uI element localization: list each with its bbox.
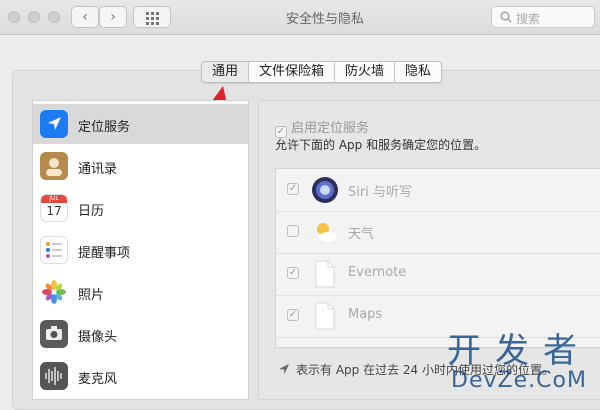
sidebar-item-label: 通讯录 bbox=[78, 162, 118, 177]
enable-location-checkbox[interactable]: ✓ 启用定位服务 bbox=[275, 117, 369, 138]
sidebar-item-microphone[interactable]: 麦克风 bbox=[33, 356, 248, 396]
calendar-icon: JUL 17 bbox=[40, 194, 68, 222]
search-field[interactable]: 搜索 bbox=[491, 6, 595, 28]
search-icon bbox=[500, 11, 512, 23]
tab-privacy[interactable]: 隐私 bbox=[394, 62, 441, 82]
list-item[interactable]: ✓ Evernote bbox=[276, 253, 600, 296]
sidebar-item-calendar[interactable]: JUL 17 日历 bbox=[33, 188, 248, 228]
sidebar-item-reminders[interactable]: 提醒事项 bbox=[33, 230, 248, 270]
enable-location-label: 启用定位服务 bbox=[291, 121, 370, 136]
tab-bar: 通用 文件保险箱 防火墙 隐私 bbox=[201, 61, 443, 83]
watermark-line2: DevZe.CoM bbox=[451, 368, 587, 393]
location-icon bbox=[40, 110, 68, 138]
app-checkbox[interactable] bbox=[287, 225, 299, 237]
list-item[interactable]: 天气 bbox=[276, 211, 600, 254]
privacy-sidebar: 定位服务 通讯录 JUL 17 日历 提醒事项 照片 摄像头 麦克风 bbox=[32, 100, 249, 400]
tab-general[interactable]: 通用 bbox=[202, 62, 249, 82]
tab-filevault[interactable]: 文件保险箱 bbox=[248, 62, 334, 82]
microphone-icon bbox=[40, 362, 68, 390]
sidebar-item-label: 照片 bbox=[78, 288, 105, 303]
app-checkbox[interactable]: ✓ bbox=[287, 183, 299, 195]
siri-icon bbox=[311, 175, 339, 205]
weather-icon bbox=[311, 217, 339, 247]
app-label: Evernote bbox=[348, 265, 407, 280]
calendar-day: 17 bbox=[46, 204, 62, 218]
document-icon bbox=[311, 259, 339, 289]
reminders-icon bbox=[40, 236, 68, 264]
tab-firewall[interactable]: 防火墙 bbox=[334, 62, 394, 82]
sidebar-item-label: 麦克风 bbox=[78, 372, 118, 387]
photos-icon bbox=[40, 278, 68, 306]
sidebar-item-camera[interactable]: 摄像头 bbox=[33, 314, 248, 354]
title-bar: ‹ › 安全性与隐私 搜索 bbox=[0, 0, 600, 35]
camera-icon bbox=[40, 320, 68, 348]
location-description: 允许下面的 App 和服务确定您的位置。 bbox=[275, 138, 487, 152]
app-label: Siri 与听写 bbox=[348, 185, 412, 200]
app-label: 天气 bbox=[348, 227, 375, 242]
location-app-list: ✓ Siri 与听写 天气 ✓ Evernote ✓ Maps bbox=[275, 168, 600, 348]
sidebar-item-contacts[interactable]: 通讯录 bbox=[33, 146, 248, 186]
location-arrow-icon bbox=[279, 364, 289, 374]
list-item[interactable]: ✓ Siri 与听写 bbox=[276, 169, 600, 212]
sidebar-item-label: 定位服务 bbox=[78, 120, 131, 135]
sidebar-item-label: 提醒事项 bbox=[78, 246, 131, 261]
search-placeholder: 搜索 bbox=[516, 12, 541, 26]
app-label: Maps bbox=[348, 307, 383, 322]
sidebar-item-photos[interactable]: 照片 bbox=[33, 272, 248, 312]
sidebar-item-location[interactable]: 定位服务 bbox=[33, 104, 248, 144]
watermark-line1: 开发者 bbox=[447, 331, 591, 371]
document-icon bbox=[311, 301, 339, 331]
app-checkbox[interactable]: ✓ bbox=[287, 309, 299, 321]
app-checkbox[interactable]: ✓ bbox=[287, 267, 299, 279]
watermark: 开发者 DevZe.CoM bbox=[438, 333, 600, 393]
sidebar-item-label: 摄像头 bbox=[78, 330, 118, 345]
sidebar-item-label: 日历 bbox=[78, 204, 105, 219]
calendar-month: JUL bbox=[41, 195, 67, 203]
contacts-icon bbox=[40, 152, 68, 180]
